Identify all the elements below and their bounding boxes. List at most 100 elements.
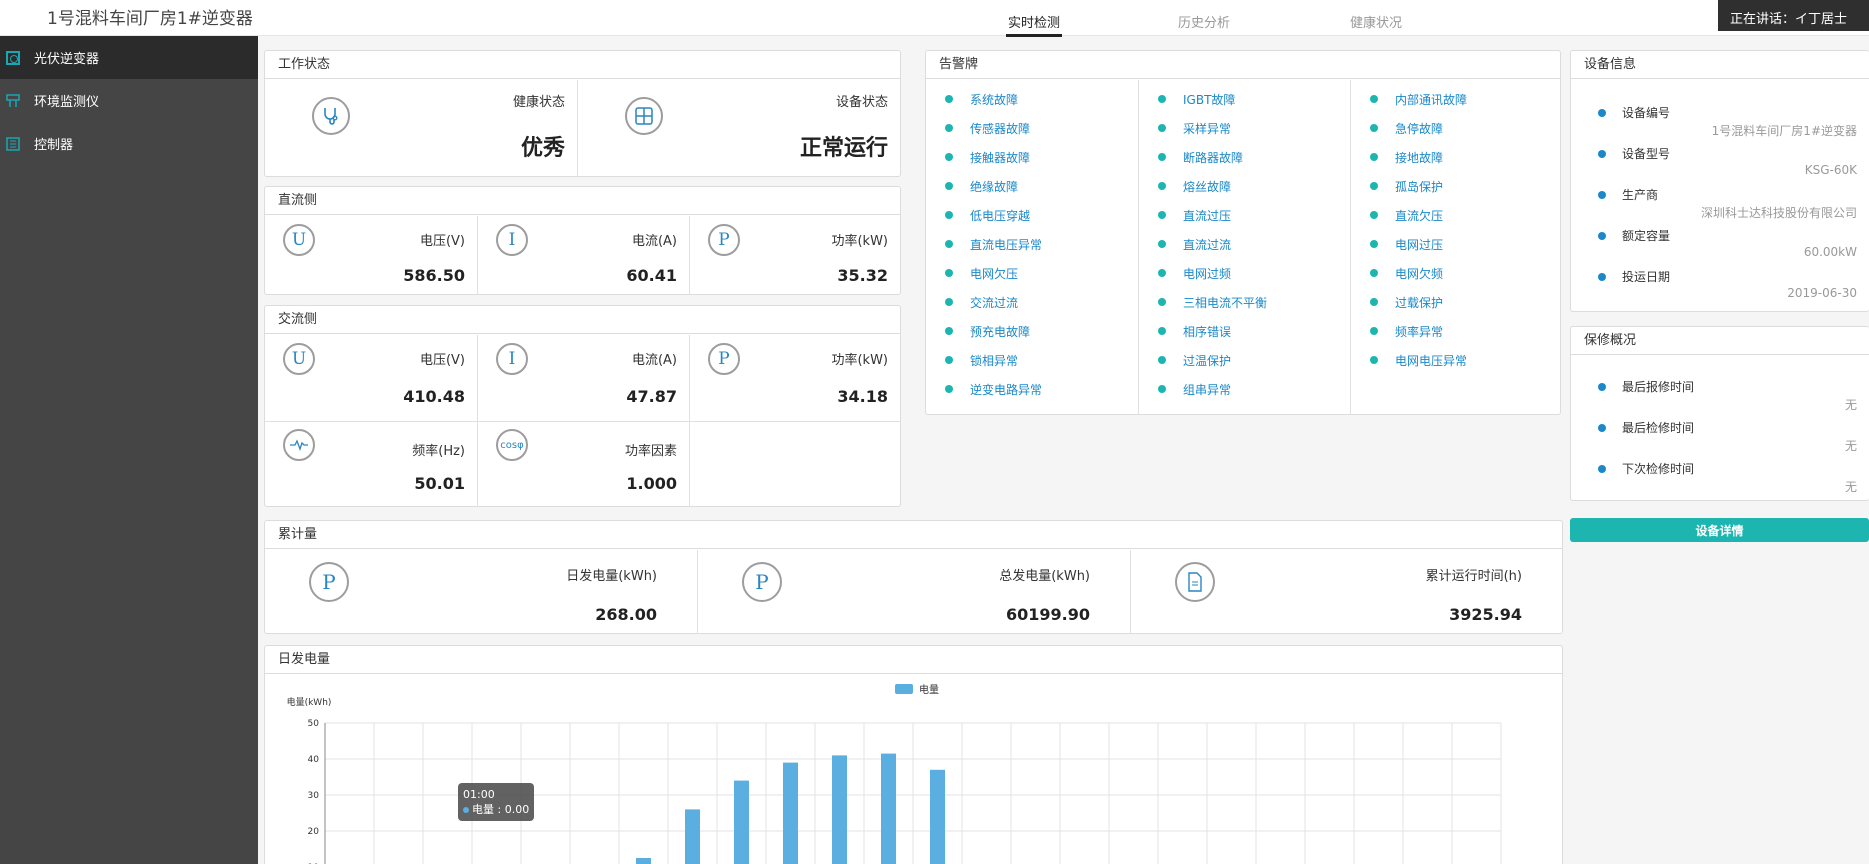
- chart-bar: [685, 809, 700, 864]
- dc-current-value: 60.41: [626, 266, 677, 285]
- chart-bar: [832, 755, 847, 864]
- info-key: 额定容量: [1622, 229, 1671, 243]
- alarm-item[interactable]: 接触器故障: [926, 147, 1030, 167]
- alarm-item[interactable]: 内部通讯故障: [1351, 89, 1467, 109]
- alarm-status-dot: [945, 240, 953, 248]
- alarm-item[interactable]: 熔丝故障: [1139, 176, 1231, 196]
- alarm-item[interactable]: 孤岛保护: [1351, 176, 1443, 196]
- alarm-status-dot: [1370, 269, 1378, 277]
- speaking-banner: 正在讲话：イ丁居士: [1718, 0, 1869, 31]
- legend-swatch: [895, 684, 913, 694]
- alarm-label: 接地故障: [1395, 150, 1444, 165]
- panel-title: 直流侧: [265, 187, 900, 215]
- info-value: 无: [1844, 439, 1857, 453]
- sidebar-item-pv-inverter[interactable]: 光伏逆变器: [0, 36, 258, 79]
- alarm-label: 内部通讯故障: [1395, 92, 1468, 107]
- alarm-label: 采样异常: [1183, 121, 1232, 136]
- alarm-label: 直流电压异常: [970, 237, 1043, 252]
- alarm-item[interactable]: 传感器故障: [926, 118, 1030, 138]
- cumulative-panel: 累计量 P 日发电量(kWh) 268.00 P 总发电量(kWh) 60199…: [264, 520, 1563, 634]
- document-icon: [1175, 562, 1215, 602]
- alarm-item[interactable]: 逆变电路异常: [926, 379, 1042, 399]
- alarm-label: 相序错误: [1183, 324, 1232, 339]
- power-factor-icon: cosφ: [496, 429, 528, 461]
- info-value: 60.00kW: [1803, 245, 1857, 259]
- alarm-item[interactable]: 相序错误: [1139, 321, 1231, 341]
- alarm-item[interactable]: 电网过压: [1351, 234, 1443, 254]
- alarm-item[interactable]: 直流电压异常: [926, 234, 1042, 254]
- ac-current-cell: I 电流(A) 47.87: [478, 335, 690, 421]
- alarm-item[interactable]: 电网欠压: [926, 263, 1018, 283]
- tooltip-value: 电量 : 0.00: [472, 803, 530, 816]
- tab-realtime[interactable]: 实时检测: [1005, 12, 1063, 37]
- alarm-status-dot: [1370, 124, 1378, 132]
- header-bar: 1号混料车间厂房1#逆变器 实时检测 历史分析 健康状况 正在讲话：イ丁居士: [0, 0, 1869, 37]
- alarm-item[interactable]: 接地故障: [1351, 147, 1443, 167]
- tab-history[interactable]: 历史分析: [1178, 12, 1230, 31]
- info-value: KSG-60K: [1804, 163, 1857, 177]
- alarm-item[interactable]: 频率异常: [1351, 321, 1443, 341]
- alarm-item[interactable]: 电网欠频: [1351, 263, 1443, 283]
- alarm-label: 组串异常: [1183, 382, 1232, 397]
- alarm-item[interactable]: 直流过流: [1139, 234, 1231, 254]
- runtime-value: 3925.94: [1449, 605, 1522, 624]
- alarm-status-dot: [945, 153, 953, 161]
- device-detail-button[interactable]: 设备详情: [1570, 518, 1869, 542]
- alarm-status-dot: [1370, 327, 1378, 335]
- alarm-item[interactable]: 预充电故障: [926, 321, 1030, 341]
- ac-frequency-label: 频率(Hz): [412, 444, 465, 459]
- alarm-item[interactable]: 三相电流不平衡: [1139, 292, 1267, 312]
- alarm-label: 频率异常: [1395, 324, 1444, 339]
- alarm-item[interactable]: 系统故障: [926, 89, 1018, 109]
- alarm-item[interactable]: 过载保护: [1351, 292, 1443, 312]
- alarm-item[interactable]: 电网过频: [1139, 263, 1231, 283]
- alarm-item[interactable]: 过温保护: [1139, 350, 1231, 370]
- dc-power-cell: P 功率(kW) 35.32: [690, 216, 900, 295]
- alarm-item[interactable]: 急停故障: [1351, 118, 1443, 138]
- health-status-label: 健康状态: [512, 95, 565, 110]
- chart-area: 电量电量(kWh)1020304050 01:00 电量 : 0.00: [265, 675, 1562, 864]
- alarm-label: 电网电压异常: [1395, 353, 1468, 368]
- alarm-status-dot: [945, 95, 953, 103]
- ac-power-cell: P 功率(kW) 34.18: [690, 335, 900, 421]
- legend-label: 电量: [919, 683, 939, 696]
- ac-frequency-cell: 频率(Hz) 50.01: [265, 422, 478, 507]
- device-info-panel: 设备信息 设备编号 1号混料车间厂房1#逆变器 设备型号 KSG-60K 生产商 深圳科士…: [1570, 50, 1869, 312]
- tooltip-row: 电量 : 0.00: [463, 802, 529, 817]
- sidebar-item-env-monitor[interactable]: 环境监测仪: [0, 79, 258, 122]
- info-value: 无: [1844, 398, 1857, 412]
- info-value: 深圳科士达科技股份有限公司: [1700, 206, 1857, 220]
- alarm-item[interactable]: 低电压穿越: [926, 205, 1030, 225]
- ac-current-label: 电流(A): [631, 353, 677, 368]
- alarm-item[interactable]: 绝缘故障: [926, 176, 1018, 196]
- sidebar-item-label: 控制器: [34, 138, 74, 153]
- dc-power-label: 功率(kW): [831, 234, 888, 249]
- tab-health[interactable]: 健康状况: [1350, 12, 1402, 31]
- ac-voltage-cell: U 电压(V) 410.48: [265, 335, 478, 421]
- sidebar-item-controller[interactable]: 控制器: [0, 122, 258, 165]
- dc-current-label: 电流(A): [631, 234, 677, 249]
- alarm-item[interactable]: 交流过流: [926, 292, 1018, 312]
- chart-bar: [881, 753, 896, 864]
- ac-power-factor-cell: cosφ 功率因素 1.000: [478, 422, 690, 507]
- alarm-item[interactable]: 组串异常: [1139, 379, 1231, 399]
- alarm-item[interactable]: 锁相异常: [926, 350, 1018, 370]
- alarm-label: 断路器故障: [1183, 150, 1244, 165]
- alarm-label: 急停故障: [1395, 121, 1444, 136]
- alarm-item[interactable]: 采样异常: [1139, 118, 1231, 138]
- panel-title: 交流侧: [265, 306, 900, 334]
- alarm-status-dot: [1158, 211, 1166, 219]
- alarm-item[interactable]: 断路器故障: [1139, 147, 1243, 167]
- info-bullet: [1598, 109, 1606, 117]
- app-title: 1号混料车间厂房1#逆变器: [47, 9, 253, 29]
- alarm-item[interactable]: IGBT故障: [1139, 89, 1235, 109]
- alarm-item[interactable]: 直流欠压: [1351, 205, 1443, 225]
- alarm-status-dot: [945, 182, 953, 190]
- alarm-item[interactable]: 电网电压异常: [1351, 350, 1467, 370]
- info-bullet: [1598, 191, 1606, 199]
- alarm-item[interactable]: 直流过压: [1139, 205, 1231, 225]
- ac-voltage-label: 电压(V): [419, 353, 465, 368]
- info-bullet: [1598, 465, 1606, 473]
- alarm-status-dot: [1370, 298, 1378, 306]
- alarm-status-dot: [1158, 153, 1166, 161]
